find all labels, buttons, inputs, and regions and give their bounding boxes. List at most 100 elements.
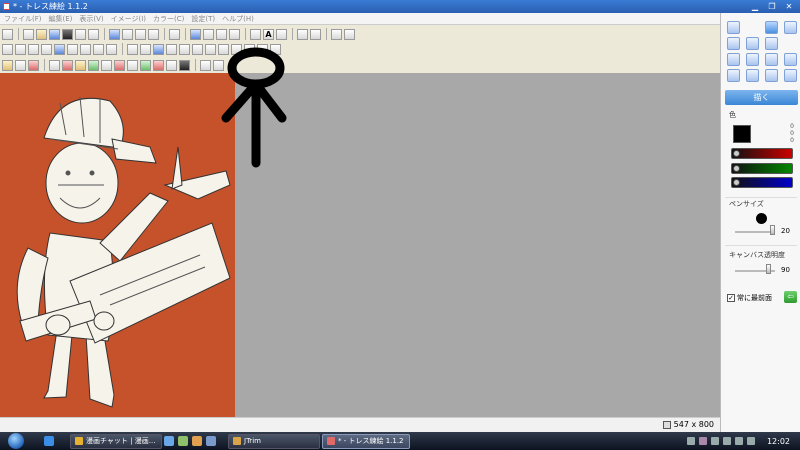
image-icon[interactable] xyxy=(88,59,99,71)
cut-icon[interactable] xyxy=(122,28,133,40)
menu-settings[interactable]: 設定(T) xyxy=(191,14,215,24)
rotate-icon[interactable] xyxy=(41,43,52,55)
undo-icon[interactable] xyxy=(190,28,201,40)
image-panel-icon[interactable] xyxy=(765,69,778,82)
filter-icon[interactable] xyxy=(140,43,151,55)
quick-launch-icon[interactable] xyxy=(206,436,216,446)
draw-button[interactable]: 描く xyxy=(725,90,798,105)
open-folder-icon[interactable] xyxy=(36,28,47,40)
color-palette-icon[interactable] xyxy=(15,59,26,71)
quick-launch-icon[interactable] xyxy=(164,436,174,446)
pattern-icon[interactable] xyxy=(166,43,177,55)
resize-icon[interactable] xyxy=(15,43,26,55)
pen-size-slider-thumb[interactable] xyxy=(770,225,775,235)
canvas-opacity-slider-thumb[interactable] xyxy=(766,264,771,274)
blur-icon[interactable] xyxy=(205,43,216,55)
split-icon[interactable] xyxy=(310,28,321,40)
rgb-icon[interactable] xyxy=(114,59,125,71)
redo-panel-icon[interactable] xyxy=(784,21,797,34)
rotate-180-icon[interactable] xyxy=(106,43,117,55)
ie-icon[interactable] xyxy=(44,436,54,446)
new-file-icon[interactable] xyxy=(23,28,34,40)
blue-slider[interactable] xyxy=(731,177,793,188)
delete-layer-icon[interactable] xyxy=(765,37,778,50)
taskbar-task-tracer[interactable]: * - トレス練絵 1.1.2 xyxy=(322,433,410,449)
brightness-icon[interactable] xyxy=(153,43,164,55)
maximize-button[interactable]: ❐ xyxy=(765,1,779,12)
paste-icon[interactable] xyxy=(135,28,146,40)
zoom-in-icon[interactable] xyxy=(200,59,211,71)
rotate-right-icon[interactable] xyxy=(93,43,104,55)
pen-tool-icon[interactable] xyxy=(727,21,740,34)
undo-dropdown-icon[interactable] xyxy=(203,28,214,40)
always-on-top-option[interactable]: ✓ 常に最前面 xyxy=(727,293,772,303)
print-preview-icon[interactable] xyxy=(75,28,86,40)
tray-icon[interactable] xyxy=(686,437,695,445)
pen-size-slider[interactable] xyxy=(735,231,775,233)
back-arrow-button[interactable]: ⇦ xyxy=(784,291,797,303)
red-slider-knob[interactable] xyxy=(733,150,740,157)
trash-icon[interactable] xyxy=(784,69,797,82)
crop-icon[interactable] xyxy=(2,43,13,55)
noise-icon[interactable] xyxy=(179,43,190,55)
posterize-icon[interactable] xyxy=(166,59,177,71)
green-slider-knob[interactable] xyxy=(733,165,740,172)
quick-launch-icon[interactable] xyxy=(178,436,188,446)
menu-color[interactable]: カラー(C) xyxy=(153,14,184,24)
hand-tool-icon[interactable] xyxy=(727,53,740,66)
undo-panel-icon[interactable] xyxy=(765,21,778,34)
workspace[interactable] xyxy=(0,47,720,417)
menu-help[interactable]: ヘルプ(H) xyxy=(222,14,254,24)
histogram-icon[interactable] xyxy=(49,59,60,71)
saturation-icon[interactable] xyxy=(153,59,164,71)
scissors-icon[interactable] xyxy=(765,53,778,66)
copy-icon[interactable] xyxy=(109,28,120,40)
network-icon[interactable] xyxy=(722,437,731,445)
print-icon[interactable] xyxy=(62,28,73,40)
start-button[interactable] xyxy=(8,433,24,449)
zoom-fit-icon[interactable] xyxy=(127,43,138,55)
menu-image[interactable]: イメージ(I) xyxy=(111,14,146,24)
current-color-swatch[interactable] xyxy=(733,125,751,143)
contrast-icon[interactable] xyxy=(28,59,39,71)
always-on-top-checkbox[interactable]: ✓ xyxy=(727,294,735,302)
tray-icon[interactable] xyxy=(698,437,707,445)
copy-panel-icon[interactable] xyxy=(746,53,759,66)
flip-vertical-icon[interactable] xyxy=(28,43,39,55)
red-slider[interactable] xyxy=(731,148,793,159)
paste-panel-icon[interactable] xyxy=(784,53,797,66)
grayscale-icon[interactable] xyxy=(127,59,138,71)
blue-slider-knob[interactable] xyxy=(733,179,740,186)
minimize-button[interactable]: ▁ xyxy=(748,1,762,12)
lock-icon[interactable] xyxy=(727,69,740,82)
green-slider[interactable] xyxy=(731,163,793,174)
eraser-tool-icon[interactable] xyxy=(727,37,740,50)
preview-icon[interactable] xyxy=(88,28,99,40)
mirror-icon[interactable] xyxy=(67,43,78,55)
flip-horizontal-icon[interactable] xyxy=(54,43,65,55)
layout-icon[interactable] xyxy=(331,28,342,40)
drawing-canvas[interactable] xyxy=(0,73,235,417)
gamma-icon[interactable] xyxy=(101,59,112,71)
hue-icon[interactable] xyxy=(75,59,86,71)
layout-dropdown-icon[interactable] xyxy=(344,28,355,40)
select-icon[interactable] xyxy=(2,28,13,40)
tray-icon[interactable] xyxy=(746,437,755,445)
delete-icon[interactable] xyxy=(148,28,159,40)
menu-view[interactable]: 表示(V) xyxy=(79,14,103,24)
layers-panel-icon[interactable] xyxy=(746,69,759,82)
taskbar-task-chat[interactable]: 漫画チャット | 漫画... xyxy=(70,433,162,449)
invert-icon[interactable] xyxy=(179,59,190,71)
layer-icon[interactable] xyxy=(2,59,13,71)
clock[interactable]: 12:02 xyxy=(767,437,790,446)
menu-edit[interactable]: 編集(E) xyxy=(49,14,73,24)
color-balance-icon[interactable] xyxy=(62,59,73,71)
eraser-icon[interactable] xyxy=(169,28,180,40)
color-swap-icon[interactable] xyxy=(140,59,151,71)
tray-icon[interactable] xyxy=(710,437,719,445)
save-icon[interactable] xyxy=(49,28,60,40)
rotate-left-icon[interactable] xyxy=(80,43,91,55)
menu-file[interactable]: ファイル(F) xyxy=(4,14,42,24)
clear-icon[interactable] xyxy=(746,37,759,50)
sharpen-icon[interactable] xyxy=(192,43,203,55)
